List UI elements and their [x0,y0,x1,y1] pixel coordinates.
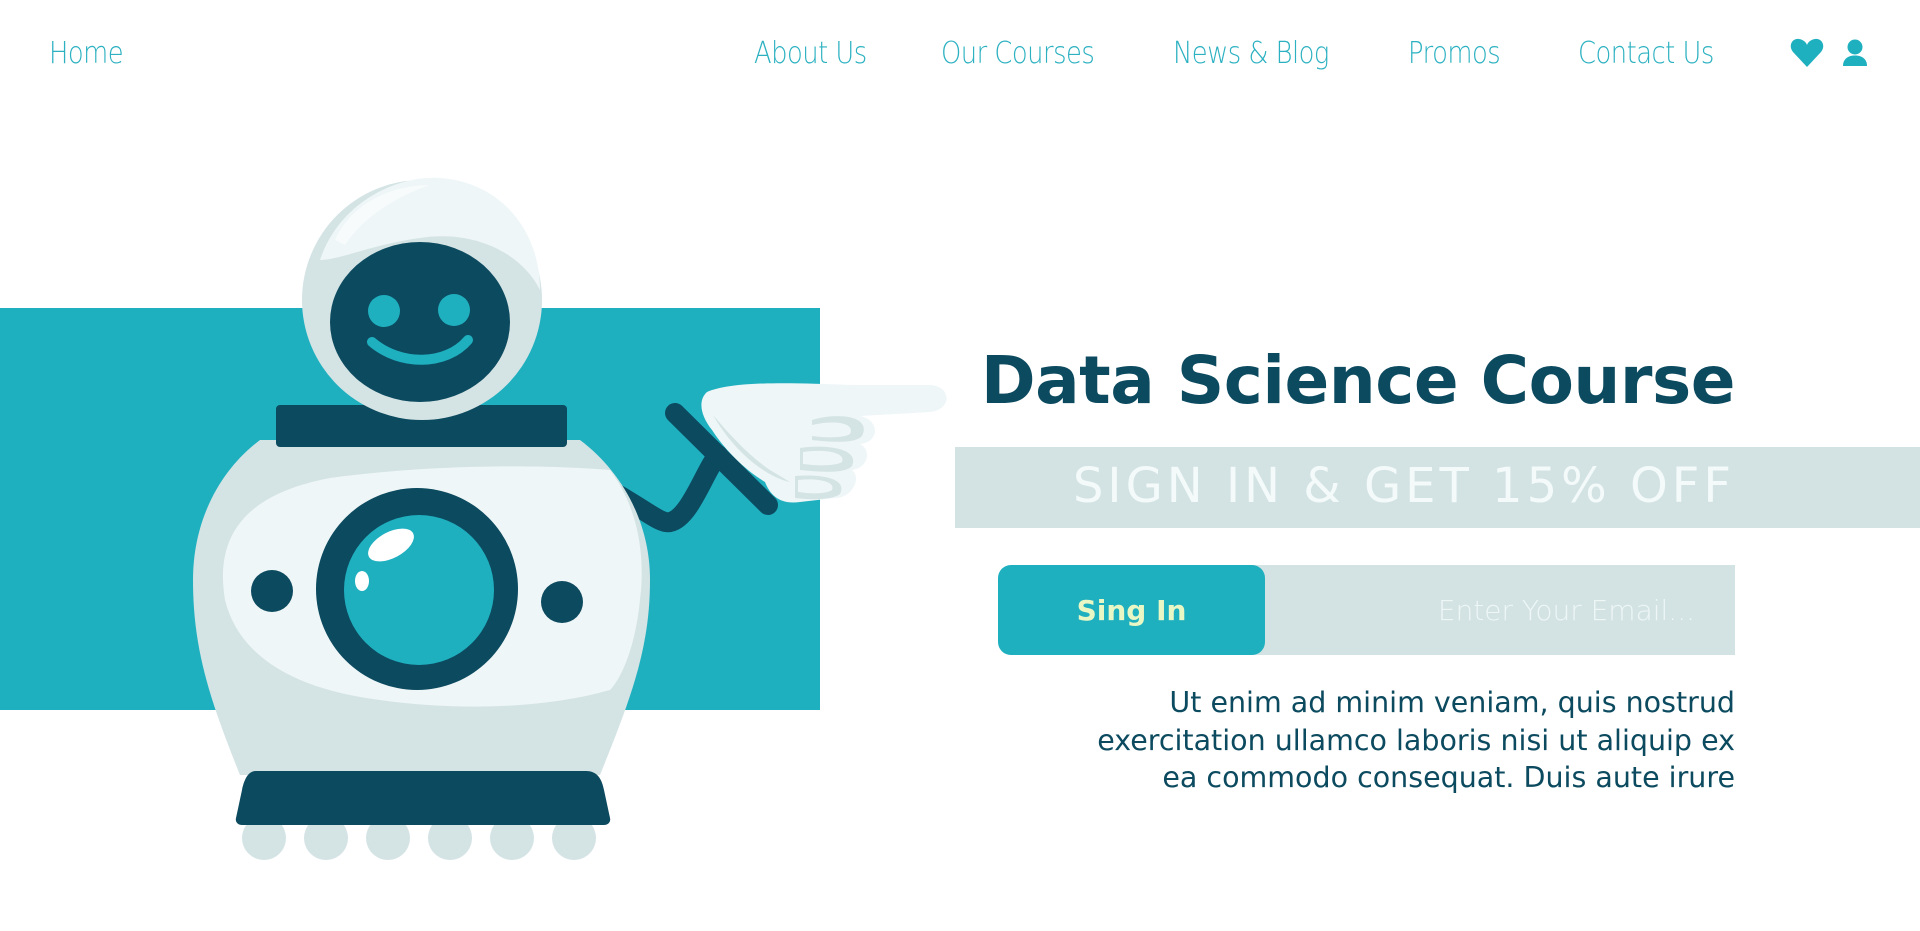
description-line: ea commodo consequat. Duis aute irure [1162,761,1735,794]
heart-icon[interactable] [1790,38,1824,73]
robot-left-dot [251,570,293,612]
robot-right-dot [541,581,583,623]
promo-text: SIGN IN & GET 15% OFF [1072,458,1735,514]
page-title: Data Science Course [980,342,1736,419]
description-line: Ut enim ad minim veniam, quis nostrud [1169,686,1735,719]
robot-base [235,771,611,825]
user-icon[interactable] [1842,39,1868,72]
nav-promos[interactable]: Promos [1408,36,1501,71]
description: Ut enim ad minim veniam, quis nostrud ex… [975,684,1735,797]
nav-contact-us[interactable]: Contact Us [1578,36,1714,71]
robot-chest-lens [316,488,518,690]
robot-illustration [193,177,947,860]
sign-in-button[interactable]: Sing In [998,565,1265,655]
robot-left-eye [368,295,400,327]
nav-our-courses[interactable]: Our Courses [941,36,1095,71]
description-line: exercitation ullamco laboris nisi ut ali… [1097,723,1735,757]
nav-news-blog[interactable]: News & Blog [1173,36,1329,71]
email-input[interactable] [1240,565,1735,655]
robot-right-eye [438,294,470,326]
robot-head [302,177,542,420]
